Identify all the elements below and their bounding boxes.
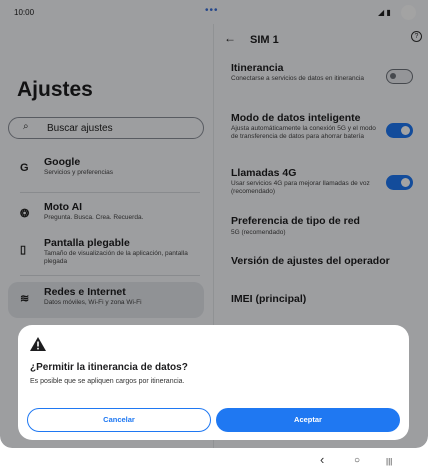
back-icon[interactable]: ‹ bbox=[320, 452, 324, 467]
home-icon[interactable]: ○ bbox=[354, 455, 360, 466]
roaming-dialog: ¿Permitir la itinerancia de datos? Es po… bbox=[18, 325, 409, 440]
cancel-button[interactable]: Cancelar bbox=[27, 408, 211, 432]
dialog-message: Es posible que se apliquen cargos por it… bbox=[30, 378, 185, 385]
navigation-bar: ‹ ○ ||| bbox=[0, 448, 428, 476]
recents-icon[interactable]: ||| bbox=[386, 457, 392, 466]
warning-icon bbox=[30, 337, 46, 351]
accept-button[interactable]: Aceptar bbox=[216, 408, 400, 432]
screen: 10:00 ••• ◢ ▮ Ajustes ⌕ Buscar ajustes G… bbox=[0, 0, 428, 448]
dialog-title: ¿Permitir la itinerancia de datos? bbox=[30, 362, 188, 373]
